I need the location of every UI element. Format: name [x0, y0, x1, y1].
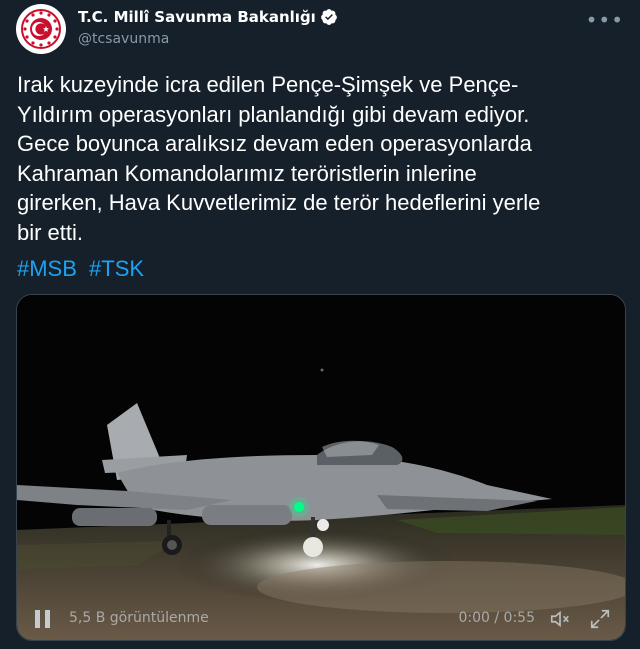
hashtag-link[interactable]: #TSK	[89, 256, 144, 281]
video-time: 0:00 / 0:55	[458, 610, 536, 626]
hashtags: #MSB #TSK	[17, 256, 150, 282]
pause-icon[interactable]	[35, 610, 51, 628]
turkish-military-emblem-icon	[20, 8, 62, 50]
tweet-header: T.C. Millî Savunma Bakanlığı @tcsavunma …	[16, 4, 624, 56]
view-count: 5,5 B görüntülenme	[69, 610, 209, 626]
avatar[interactable]	[16, 4, 66, 54]
video-player[interactable]: 5,5 B görüntülenme 0:00 / 0:55	[16, 294, 626, 641]
muted-speaker-icon[interactable]	[549, 608, 571, 630]
name-row: T.C. Millî Savunma Bakanlığı	[78, 8, 338, 26]
video-frame-fighter-jet	[17, 295, 625, 640]
verified-badge-icon	[320, 9, 337, 25]
tweet-text: Irak kuzeyinde icra edilen Pençe-Şimşek …	[17, 72, 541, 245]
video-controls: 5,5 B görüntülenme 0:00 / 0:55	[17, 604, 625, 640]
more-options-icon[interactable]: •••	[586, 8, 624, 32]
account-handle[interactable]: @tcsavunma	[78, 31, 169, 47]
account-name[interactable]: T.C. Millî Savunma Bakanlığı	[78, 8, 316, 26]
hashtag-link[interactable]: #MSB	[17, 256, 77, 281]
fullscreen-icon[interactable]	[589, 608, 611, 630]
